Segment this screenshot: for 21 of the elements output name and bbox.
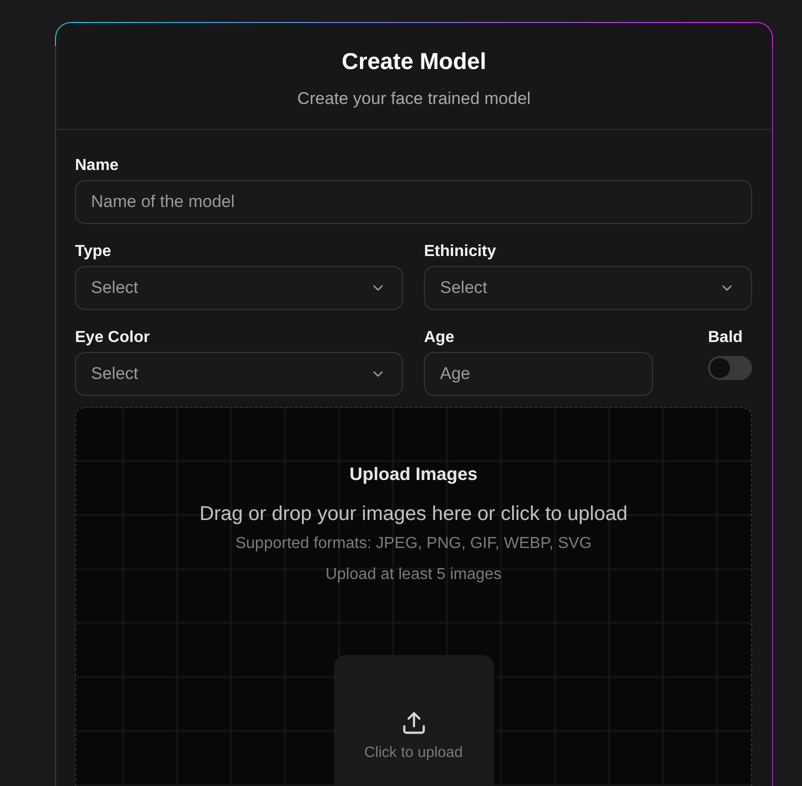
- field-label: Bald: [708, 328, 743, 348]
- supported-formats-text: Supported formats: JPEG, PNG, GIF, WEBP, SVG: [235, 534, 592, 554]
- upload-button[interactable]: Click to upload: [334, 655, 494, 786]
- field-label: Name: [75, 156, 119, 176]
- text-input-field[interactable]: Age: [424, 352, 653, 396]
- upload-title: Upload Images: [349, 463, 478, 486]
- select-dropdown[interactable]: Select: [424, 266, 752, 310]
- upload-dropzone[interactable]: Upload Images Drag or drop your images here or click to upload Supported formats: JPEG, PNG, GIF, WEBP, SVG Upload at least 5 images Click to upload: [75, 407, 752, 786]
- text-input-field[interactable]: Name of the model: [75, 180, 752, 224]
- card-subtitle: Create your face trained model: [297, 88, 531, 110]
- upload-requirement-text: Upload at least 5 images: [325, 565, 502, 585]
- upload-instruction: Drag or drop your images here or click to upload: [200, 502, 628, 527]
- field-label: Age: [424, 328, 454, 348]
- select-dropdown[interactable]: Select: [75, 352, 403, 396]
- field-label: Ethinicity: [424, 242, 496, 262]
- upload-icon: [400, 710, 426, 736]
- field-label: Eye Color: [75, 328, 150, 348]
- field-label: Type: [75, 242, 112, 262]
- card-title: Create Model: [342, 47, 486, 76]
- toggle-switch[interactable]: [708, 356, 752, 380]
- select-dropdown[interactable]: Select: [75, 266, 403, 310]
